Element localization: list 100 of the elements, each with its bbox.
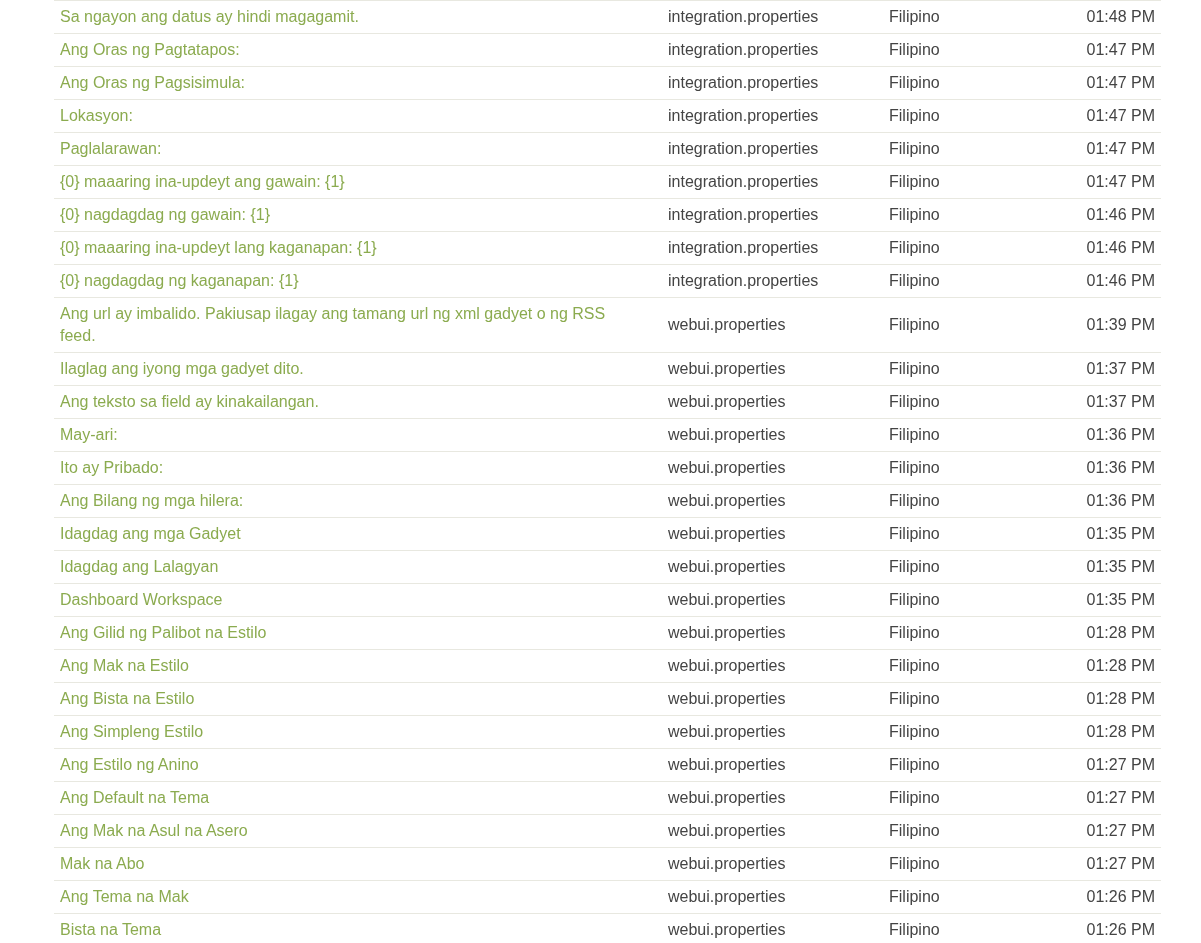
file-name: webui.properties: [662, 451, 883, 485]
time: 01:46 PM: [1033, 264, 1161, 298]
language: Filipino: [883, 198, 1033, 232]
message-link[interactable]: Ang Default na Tema: [60, 787, 638, 809]
time: 01:28 PM: [1033, 715, 1161, 749]
message-link[interactable]: Ang Simpleng Estilo: [60, 721, 638, 743]
message-link[interactable]: Ang teksto sa field ay kinakailangan.: [60, 391, 638, 413]
time: 01:36 PM: [1033, 418, 1161, 452]
file-name: webui.properties: [662, 814, 883, 848]
time: 01:37 PM: [1033, 352, 1161, 386]
file-name: webui.properties: [662, 649, 883, 683]
time: 01:26 PM: [1033, 913, 1161, 943]
file-name: integration.properties: [662, 198, 883, 232]
time: 01:47 PM: [1033, 33, 1161, 67]
language: Filipino: [883, 484, 1033, 518]
file-name: webui.properties: [662, 418, 883, 452]
language: Filipino: [883, 66, 1033, 100]
file-name: webui.properties: [662, 616, 883, 650]
message-link[interactable]: Ang Tema na Mak: [60, 886, 638, 908]
file-name: webui.properties: [662, 748, 883, 782]
file-name: webui.properties: [662, 913, 883, 943]
message-link[interactable]: {0} nagdagdag ng kaganapan: {1}: [60, 270, 638, 292]
time: 01:46 PM: [1033, 231, 1161, 265]
message-link[interactable]: Ang Bilang ng mga hilera:: [60, 490, 638, 512]
language: Filipino: [883, 33, 1033, 67]
message-link[interactable]: Ang Oras ng Pagsisimula:: [60, 72, 638, 94]
file-name: webui.properties: [662, 682, 883, 716]
message-link[interactable]: Ang Bista na Estilo: [60, 688, 638, 710]
language: Filipino: [883, 880, 1033, 914]
language: Filipino: [883, 649, 1033, 683]
file-name: integration.properties: [662, 231, 883, 265]
language: Filipino: [883, 583, 1033, 617]
message-link[interactable]: Ang Estilo ng Anino: [60, 754, 638, 776]
file-name: webui.properties: [662, 297, 883, 353]
language: Filipino: [883, 99, 1033, 133]
language: Filipino: [883, 913, 1033, 943]
file-name: integration.properties: [662, 264, 883, 298]
file-name: integration.properties: [662, 33, 883, 67]
language: Filipino: [883, 451, 1033, 485]
message-link[interactable]: Bista na Tema: [60, 919, 638, 941]
time: 01:37 PM: [1033, 385, 1161, 419]
time: 01:36 PM: [1033, 484, 1161, 518]
file-name: webui.properties: [662, 583, 883, 617]
message-link[interactable]: Lokasyon:: [60, 105, 638, 127]
message-link[interactable]: Ang Mak na Estilo: [60, 655, 638, 677]
message-link[interactable]: Ilaglag ang iyong mga gadyet dito.: [60, 358, 638, 380]
message-link[interactable]: Ang url ay imbalido. Pakiusap ilagay ang tamang url ng xml gadyet o ng RSS feed.: [60, 303, 638, 347]
file-name: webui.properties: [662, 880, 883, 914]
file-name: webui.properties: [662, 517, 883, 551]
time: 01:27 PM: [1033, 814, 1161, 848]
time: 01:47 PM: [1033, 165, 1161, 199]
file-name: integration.properties: [662, 66, 883, 100]
language: Filipino: [883, 550, 1033, 584]
file-name: integration.properties: [662, 165, 883, 199]
time: 01:27 PM: [1033, 748, 1161, 782]
file-name: webui.properties: [662, 484, 883, 518]
language: Filipino: [883, 418, 1033, 452]
time: 01:28 PM: [1033, 682, 1161, 716]
time: 01:35 PM: [1033, 550, 1161, 584]
time: 01:39 PM: [1033, 297, 1161, 353]
message-link[interactable]: Sa ngayon ang datus ay hindi magagamit.: [60, 6, 638, 28]
language: Filipino: [883, 231, 1033, 265]
message-link[interactable]: Ito ay Pribado:: [60, 457, 638, 479]
message-link[interactable]: Paglalarawan:: [60, 138, 638, 160]
file-name: webui.properties: [662, 847, 883, 881]
language: Filipino: [883, 682, 1033, 716]
message-link[interactable]: {0} maaaring ina-updeyt ang gawain: {1}: [60, 171, 638, 193]
language: Filipino: [883, 616, 1033, 650]
language: Filipino: [883, 814, 1033, 848]
language: Filipino: [883, 715, 1033, 749]
language: Filipino: [883, 781, 1033, 815]
language: Filipino: [883, 847, 1033, 881]
message-link[interactable]: Idagdag ang Lalagyan: [60, 556, 638, 578]
file-name: integration.properties: [662, 0, 883, 34]
time: 01:47 PM: [1033, 99, 1161, 133]
message-link[interactable]: May-ari:: [60, 424, 638, 446]
time: 01:47 PM: [1033, 66, 1161, 100]
time: 01:27 PM: [1033, 847, 1161, 881]
language: Filipino: [883, 264, 1033, 298]
time: 01:36 PM: [1033, 451, 1161, 485]
time: 01:28 PM: [1033, 616, 1161, 650]
time: 01:35 PM: [1033, 517, 1161, 551]
time: 01:28 PM: [1033, 649, 1161, 683]
file-name: webui.properties: [662, 352, 883, 386]
message-link[interactable]: Dashboard Workspace: [60, 589, 638, 611]
language: Filipino: [883, 352, 1033, 386]
language: Filipino: [883, 132, 1033, 166]
language: Filipino: [883, 0, 1033, 34]
message-link[interactable]: Idagdag ang mga Gadyet: [60, 523, 638, 545]
message-link[interactable]: Ang Gilid ng Palibot na Estilo: [60, 622, 638, 644]
file-name: webui.properties: [662, 385, 883, 419]
time: 01:47 PM: [1033, 132, 1161, 166]
file-name: integration.properties: [662, 99, 883, 133]
message-link[interactable]: {0} nagdagdag ng gawain: {1}: [60, 204, 638, 226]
time: 01:35 PM: [1033, 583, 1161, 617]
message-link[interactable]: Mak na Abo: [60, 853, 638, 875]
message-link[interactable]: Ang Oras ng Pagtatapos:: [60, 39, 638, 61]
message-link[interactable]: Ang Mak na Asul na Asero: [60, 820, 638, 842]
language: Filipino: [883, 385, 1033, 419]
message-link[interactable]: {0} maaaring ina-updeyt lang kaganapan: {1}: [60, 237, 638, 259]
